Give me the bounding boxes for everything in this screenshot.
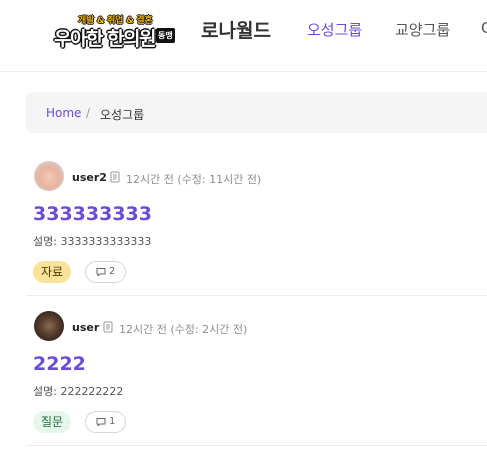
logo-title: 우아한 한의원 [54,28,157,50]
comment-icon [96,418,106,427]
post-category-tag[interactable]: 질문 [33,411,72,433]
post-category-tag[interactable]: 자료 [33,261,72,283]
avatar[interactable] [34,311,64,341]
post-author[interactable]: user [72,321,99,334]
comment-count: 1 [109,416,116,427]
nav-link-oseong-group[interactable]: 오성그룹 [307,19,362,40]
post-title-link[interactable]: 333333333 [33,203,152,225]
post-title-link[interactable]: 2222 [33,353,86,375]
breadcrumb-separator: / [86,106,91,120]
breadcrumb: Home / 오성그룹 [26,92,487,133]
breadcrumb-current: 오성그룹 [100,108,145,122]
post-description: 설명: 3333333333333 [33,235,152,248]
post-description: 설명: 222222222 [33,385,124,398]
nav-brand[interactable]: 로나월드 [201,16,271,43]
comment-count-badge[interactable]: 2 [85,261,126,283]
post-list-item: user 12시간 전 (수정: 2시간 전) 2222 설명: 2222222… [26,296,487,446]
comment-count-badge[interactable]: 1 [85,411,126,433]
logo-tag: 동맹 [156,28,175,43]
comment-count: 2 [109,266,116,277]
post-author[interactable]: user2 [72,171,107,184]
document-icon [110,171,120,183]
document-icon [103,321,113,333]
avatar[interactable] [34,161,64,191]
comment-icon [96,268,106,277]
post-list-item: user2 12시간 전 (수정: 11시간 전) 333333333 설명: … [26,146,487,296]
site-logo[interactable]: 개발 & 취업 & 결혼 우아한 한의원 동맹 [54,13,176,50]
post-timestamp: 12시간 전 (수정: 2시간 전) [119,323,248,336]
breadcrumb-home-link[interactable]: Home [46,106,81,120]
top-navbar: 개발 & 취업 & 결혼 우아한 한의원 동맹 로나월드 오성그룹 교양그룹 C [0,0,487,72]
nav-link-gyoyang-group[interactable]: 교양그룹 [395,19,450,40]
nav-link-more[interactable]: C [481,19,487,37]
post-timestamp: 12시간 전 (수정: 11시간 전) [126,173,262,186]
